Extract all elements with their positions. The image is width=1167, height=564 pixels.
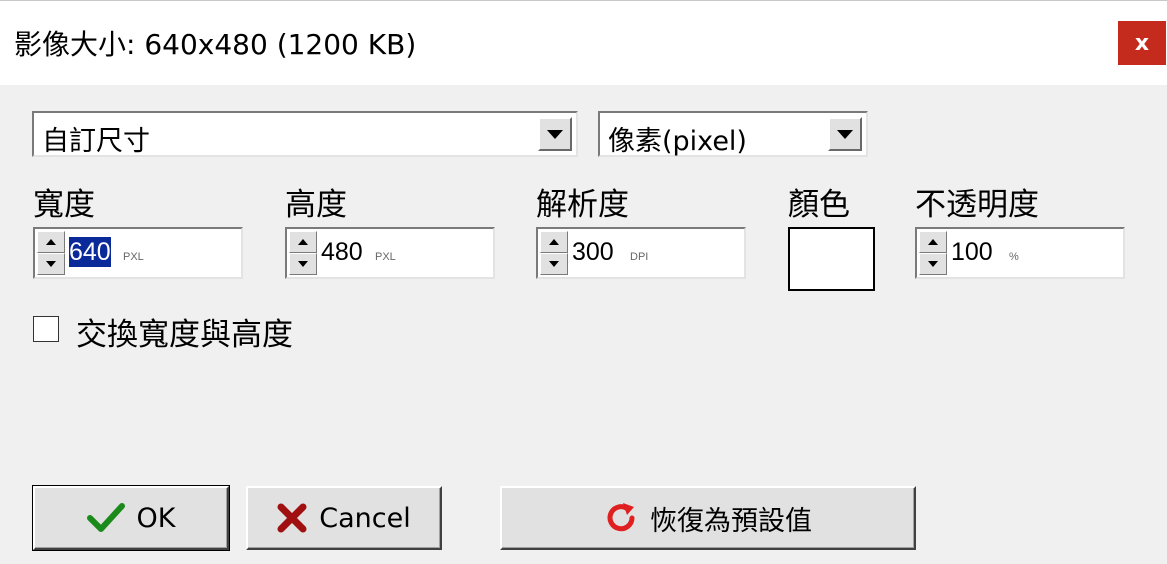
close-icon: x (1134, 30, 1150, 56)
decrement-button[interactable] (919, 253, 947, 275)
increment-button[interactable] (919, 231, 947, 253)
close-button[interactable]: x (1118, 21, 1166, 65)
x-mark-icon (277, 503, 307, 533)
width-label: 寬度 (33, 187, 95, 223)
cancel-button[interactable]: Cancel (246, 486, 442, 550)
size-preset-value: 自訂尺寸 (42, 126, 150, 157)
reset-label: 恢復為預設值 (650, 505, 812, 537)
height-value[interactable]: 480 (321, 237, 363, 267)
ok-button[interactable]: OK (32, 485, 230, 551)
increment-button[interactable] (540, 231, 568, 253)
height-unit: PXL (375, 251, 396, 263)
arrow-down-icon (298, 261, 308, 267)
arrow-down-icon (928, 261, 938, 267)
opacity-value[interactable]: 100 (951, 237, 993, 267)
height-spinner[interactable]: 480 PXL (285, 227, 495, 279)
swap-dimensions-label[interactable]: 交換寬度與高度 (76, 309, 293, 354)
opacity-unit: % (1009, 251, 1019, 263)
dialog-title: 影像大小: 640x480 (1200 KB) (14, 28, 417, 61)
decrement-button[interactable] (540, 253, 568, 275)
unit-dropdown[interactable]: 像素(pixel) (598, 111, 868, 157)
increment-button[interactable] (289, 231, 317, 253)
arrow-up-icon (928, 239, 938, 245)
increment-button[interactable] (37, 231, 65, 253)
decrement-button[interactable] (37, 253, 65, 275)
arrow-up-icon (549, 239, 559, 245)
decrement-button[interactable] (289, 253, 317, 275)
resolution-value[interactable]: 300 (572, 237, 614, 267)
reset-defaults-button[interactable]: 恢復為預設值 (500, 486, 916, 550)
width-spinner[interactable]: 640 PXL (33, 227, 243, 279)
swap-dimensions-checkbox[interactable] (33, 316, 59, 342)
height-label: 高度 (285, 187, 347, 223)
resolution-label: 解析度 (536, 187, 629, 223)
opacity-label: 不透明度 (915, 187, 1039, 223)
arrow-down-icon (46, 261, 56, 267)
unit-value: 像素(pixel) (608, 126, 747, 157)
resolution-spinner[interactable]: 300 DPI (536, 227, 746, 279)
color-swatch[interactable] (788, 227, 875, 291)
ok-label: OK (136, 502, 176, 534)
resolution-unit: DPI (630, 251, 649, 263)
title-bar: 影像大小: 640x480 (1200 KB) x (0, 1, 1167, 85)
color-label: 顏色 (788, 187, 850, 223)
refresh-icon (604, 501, 638, 535)
arrow-up-icon (298, 239, 308, 245)
width-unit: PXL (123, 251, 144, 263)
width-value[interactable]: 640 (69, 237, 111, 267)
arrow-up-icon (46, 239, 56, 245)
size-preset-dropdown[interactable]: 自訂尺寸 (32, 111, 578, 157)
arrow-down-icon (549, 261, 559, 267)
checkmark-icon (86, 503, 125, 533)
opacity-spinner[interactable]: 100 % (915, 227, 1125, 279)
chevron-down-icon[interactable] (538, 117, 572, 151)
chevron-down-icon[interactable] (828, 117, 862, 151)
image-size-dialog: 影像大小: 640x480 (1200 KB) x 自訂尺寸 像素(pixel)… (0, 0, 1167, 564)
cancel-label: Cancel (319, 502, 411, 534)
